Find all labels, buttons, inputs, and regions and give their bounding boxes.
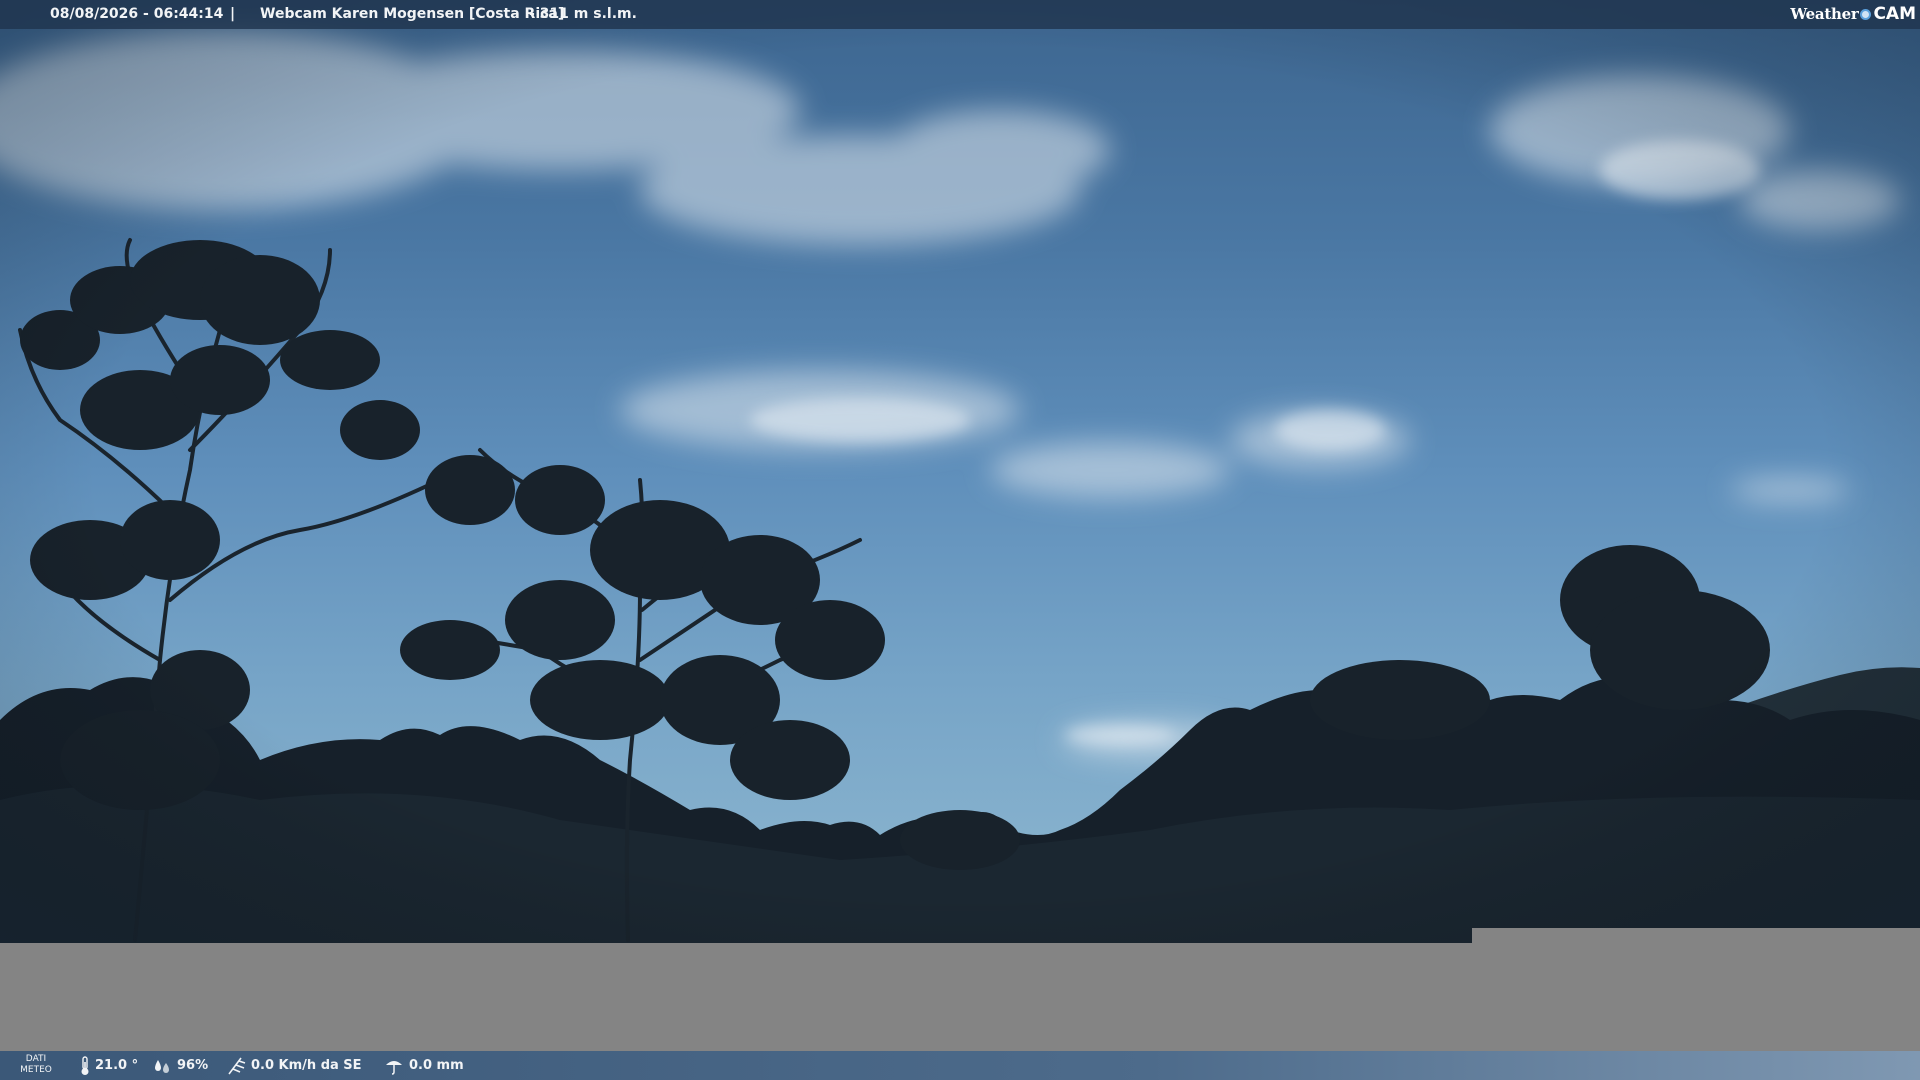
camera-name-label: Webcam Karen Mogensen [Costa Rica] [260,6,565,22]
logo-dot-icon [1860,8,1872,20]
wind-value: 0.0 Km/h da SE [251,1058,362,1073]
altitude-label: - 311 m s.l.m. [529,6,637,22]
rain-icon [386,1060,402,1075]
weather-section-label-line1: DATI [25,1054,47,1064]
temperature-value: 21.0 ° [95,1058,139,1073]
wind-icon [228,1057,246,1074]
weather-section-label-line2: METEO [20,1065,52,1075]
humidity-value: 96% [177,1058,209,1073]
gray-placeholder-strip [1472,928,1920,943]
weather-section-label: DATI METEO [14,1054,58,1076]
header-separator: | [230,6,236,22]
webcam-image: 08/08/2026 - 06:44:14 | Webcam Karen Mog… [0,0,1920,943]
wind-readout: 0.0 Km/h da SE [226,1051,362,1080]
top-info-bar: 08/08/2026 - 06:44:14 | Webcam Karen Mog… [0,0,1920,29]
weather-data-bar: DATI METEO 21.0 ° 96% 0.0 Km/h da SE 0.0… [0,1051,1920,1080]
gray-placeholder-area [0,943,1920,1051]
humidity-readout: 96% [152,1051,208,1080]
rain-readout: 0.0 mm [384,1051,464,1080]
landscape-illustration [0,0,1920,943]
logo-word-weather: Weather [1790,4,1859,23]
thermometer-icon [81,1055,89,1075]
datetime-label: 08/08/2026 - 06:44:14 [50,6,224,22]
rain-value: 0.0 mm [409,1058,464,1073]
humidity-icon [155,1059,169,1073]
logo-word-cam: CAM [1873,3,1916,24]
temperature-readout: 21.0 ° [80,1051,138,1080]
weathercam-logo: Weather CAM [1790,3,1916,25]
